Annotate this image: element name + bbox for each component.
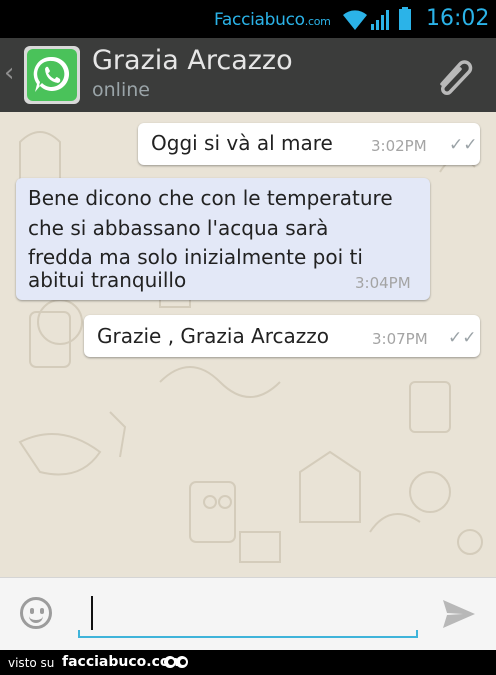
message-bubble-incoming[interactable]: Bene dicono che con le temperature che s… bbox=[16, 178, 430, 300]
whatsapp-logo-icon bbox=[27, 49, 77, 101]
message-composer bbox=[0, 577, 496, 651]
contact-name[interactable]: Grazia Arcazzo bbox=[92, 45, 293, 76]
paperclip-icon[interactable] bbox=[432, 54, 476, 98]
avatar[interactable] bbox=[24, 46, 80, 104]
message-input[interactable] bbox=[94, 598, 418, 630]
send-icon[interactable] bbox=[441, 598, 477, 630]
signal-icon bbox=[371, 10, 389, 30]
message-line: che si abbassano l'acqua sarà bbox=[28, 216, 329, 240]
status-bar: Facciabuco.com 16:02 bbox=[0, 0, 496, 38]
battery-icon bbox=[399, 7, 411, 30]
message-time: 3:04PM bbox=[355, 274, 411, 292]
footer-watermark: visto su facciabuco.com bbox=[0, 650, 496, 675]
wifi-icon bbox=[343, 10, 367, 30]
chat-area[interactable]: Oggi si và al mare 3:02PM ✓✓ Bene dicono… bbox=[0, 112, 496, 577]
message-input-box[interactable] bbox=[78, 592, 418, 638]
message-line: abitui tranquillo bbox=[28, 268, 187, 292]
eyes-logo-icon bbox=[164, 656, 188, 668]
double-check-icon: ✓✓ bbox=[448, 328, 477, 348]
double-check-icon: ✓✓ bbox=[449, 135, 478, 155]
message-time: 3:02PM bbox=[371, 137, 427, 155]
chat-header: ‹ Grazia Arcazzo online bbox=[0, 38, 496, 115]
message-bubble-outgoing[interactable]: Oggi si và al mare 3:02PM ✓✓ bbox=[138, 123, 480, 165]
clock: 16:02 bbox=[426, 6, 490, 31]
message-time: 3:07PM bbox=[372, 330, 428, 348]
message-line: Bene dicono che con le temperature bbox=[28, 186, 393, 210]
message-text: Oggi si và al mare bbox=[151, 131, 333, 155]
footer-visto-su: visto su bbox=[8, 656, 55, 670]
emoji-icon[interactable] bbox=[20, 597, 52, 629]
back-button[interactable]: ‹ bbox=[4, 58, 14, 88]
watermark: Facciabuco.com bbox=[214, 10, 331, 30]
contact-status: online bbox=[92, 79, 150, 101]
text-caret bbox=[91, 596, 93, 630]
message-bubble-outgoing[interactable]: Grazie , Grazia Arcazzo 3:07PM ✓✓ bbox=[84, 315, 480, 357]
message-text: Grazie , Grazia Arcazzo bbox=[97, 324, 330, 348]
